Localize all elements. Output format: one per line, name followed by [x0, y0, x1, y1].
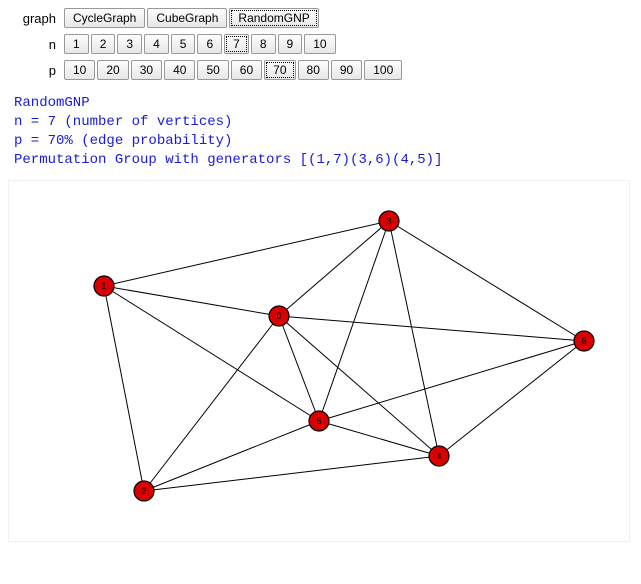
p-options: 102030405060708090100: [64, 60, 404, 80]
node-6: 6: [574, 331, 594, 351]
n-option-1[interactable]: 1: [64, 34, 89, 54]
n-option-7[interactable]: 7: [224, 34, 249, 54]
edge-0-2: [144, 316, 279, 491]
graph-option-cubegraph[interactable]: CubeGraph: [147, 8, 227, 28]
p-option-20[interactable]: 20: [97, 60, 128, 80]
n-option-3[interactable]: 3: [117, 34, 142, 54]
n-option-2[interactable]: 2: [91, 34, 116, 54]
node-3: 3: [379, 211, 399, 231]
output-line-2: n = 7 (number of vertices): [14, 114, 232, 130]
node-4: 4: [429, 446, 449, 466]
n-option-10[interactable]: 10: [304, 34, 335, 54]
p-option-100[interactable]: 100: [364, 60, 402, 80]
output-text: RandomGNP n = 7 (number of vertices) p =…: [14, 94, 633, 170]
edge-1-3: [104, 221, 389, 286]
node-1: 1: [94, 276, 114, 296]
n-option-5[interactable]: 5: [171, 34, 196, 54]
n-row: n 12345678910: [8, 34, 633, 54]
edge-0-6: [279, 316, 584, 341]
node-label-2: 2: [141, 486, 146, 496]
edge-4-6: [439, 341, 584, 456]
n-option-9[interactable]: 9: [278, 34, 303, 54]
p-option-60[interactable]: 60: [231, 60, 262, 80]
edge-1-5: [104, 286, 319, 421]
node-label-0: 0: [276, 311, 281, 321]
output-line-4: Permutation Group with generators [(1,7)…: [14, 152, 442, 168]
edge-3-6: [389, 221, 584, 341]
node-label-5: 5: [316, 416, 321, 426]
edge-4-5: [319, 421, 439, 456]
edge-0-4: [279, 316, 439, 456]
p-option-90[interactable]: 90: [331, 60, 362, 80]
p-option-10[interactable]: 10: [64, 60, 95, 80]
output-line-1: RandomGNP: [14, 95, 90, 111]
n-option-6[interactable]: 6: [197, 34, 222, 54]
n-label: n: [8, 37, 64, 52]
n-option-8[interactable]: 8: [251, 34, 276, 54]
node-5: 5: [309, 411, 329, 431]
graph-options: CycleGraphCubeGraphRandomGNP: [64, 8, 321, 28]
n-option-4[interactable]: 4: [144, 34, 169, 54]
node-label-1: 1: [101, 281, 106, 291]
n-options: 12345678910: [64, 34, 338, 54]
graph-option-cyclegraph[interactable]: CycleGraph: [64, 8, 145, 28]
graph-plot: 0 1 2 3 4 5 6: [8, 180, 630, 542]
edge-0-5: [279, 316, 319, 421]
p-option-70[interactable]: 70: [264, 60, 295, 80]
edge-5-6: [319, 341, 584, 421]
graph-option-randomgnp[interactable]: RandomGNP: [229, 8, 318, 28]
p-row: p 102030405060708090100: [8, 60, 633, 80]
graph-label: graph: [8, 11, 64, 26]
p-option-80[interactable]: 80: [298, 60, 329, 80]
node-label-6: 6: [581, 336, 586, 346]
graph-row: graph CycleGraphCubeGraphRandomGNP: [8, 8, 633, 28]
node-label-4: 4: [436, 451, 441, 461]
output-line-3: p = 70% (edge probability): [14, 133, 232, 149]
p-option-50[interactable]: 50: [197, 60, 228, 80]
node-label-3: 3: [386, 216, 391, 226]
node-2: 2: [134, 481, 154, 501]
p-label: p: [8, 63, 64, 78]
node-0: 0: [269, 306, 289, 326]
edge-0-1: [104, 286, 279, 316]
p-option-40[interactable]: 40: [164, 60, 195, 80]
p-option-30[interactable]: 30: [131, 60, 162, 80]
edge-1-2: [104, 286, 144, 491]
edge-3-4: [389, 221, 439, 456]
